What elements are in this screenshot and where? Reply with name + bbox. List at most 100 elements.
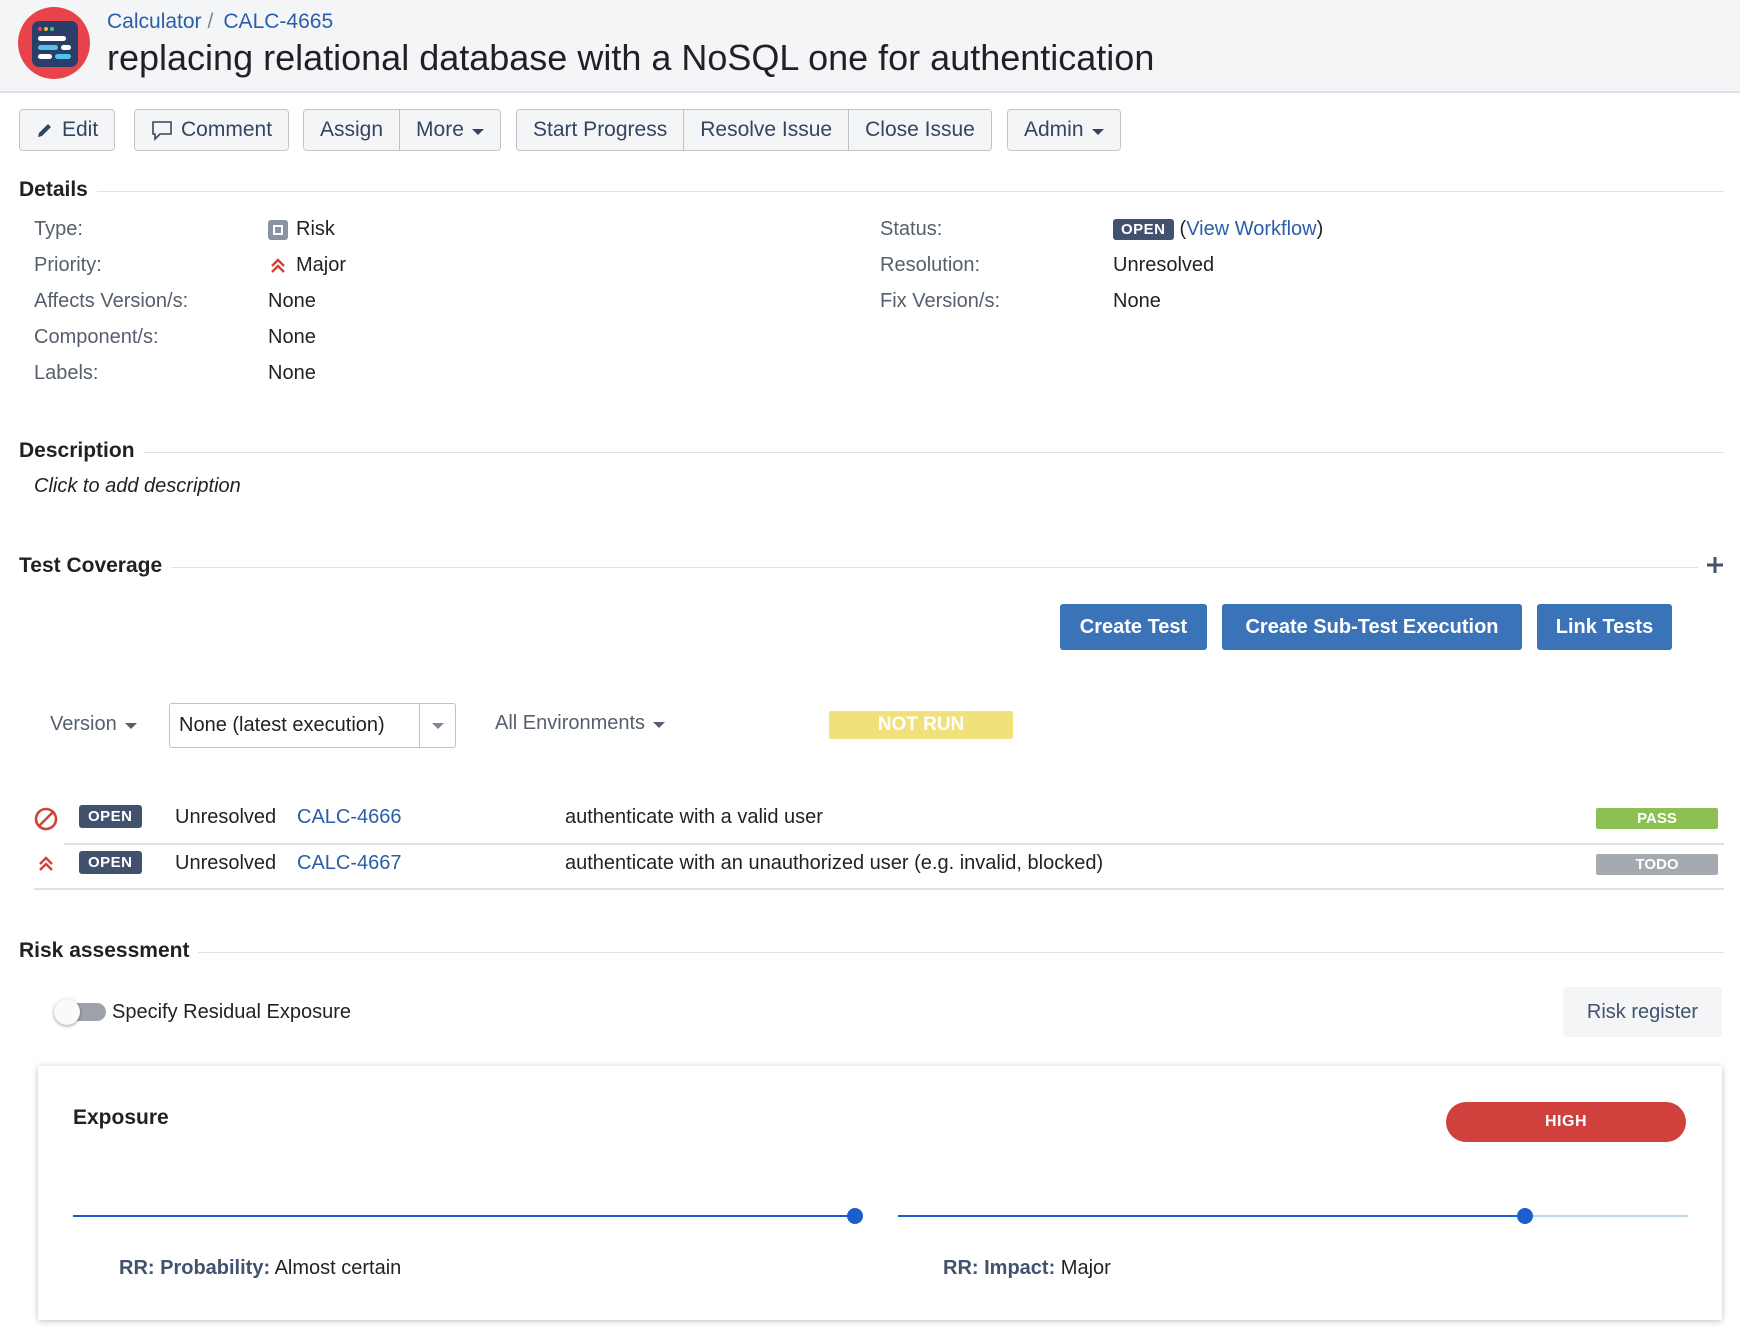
components-label: Component/s: bbox=[34, 326, 159, 348]
admin-button[interactable]: Admin bbox=[1008, 110, 1120, 150]
description-divider bbox=[143, 452, 1724, 453]
version-filter-label: Version bbox=[50, 713, 117, 735]
test-result-badge: TODO bbox=[1596, 854, 1718, 875]
test-coverage-divider bbox=[171, 567, 1698, 568]
project-avatar[interactable] bbox=[18, 7, 90, 79]
probability-readout: RR: Probability: Almost certain bbox=[119, 1257, 401, 1280]
edit-button-label: Edit bbox=[62, 118, 99, 141]
comment-icon bbox=[152, 121, 172, 141]
close-issue-button[interactable]: Close Issue bbox=[849, 110, 991, 150]
impact-slider-thumb[interactable] bbox=[1517, 1208, 1533, 1224]
probability-label: RR: Probability: bbox=[119, 1257, 271, 1279]
comment-button-label: Comment bbox=[181, 118, 273, 141]
calculator-logo-icon bbox=[32, 21, 78, 67]
comment-button[interactable]: Comment bbox=[135, 110, 289, 150]
create-sub-test-execution-button[interactable]: Create Sub-Test Execution bbox=[1222, 604, 1522, 650]
probability-slider-thumb[interactable] bbox=[847, 1208, 863, 1224]
test-summary: authenticate with an unauthorized user (… bbox=[565, 852, 1104, 874]
version-select[interactable]: None (latest execution) bbox=[169, 703, 456, 748]
impact-slider-track bbox=[898, 1215, 1525, 1217]
status-badge: OPEN bbox=[1113, 219, 1174, 240]
create-test-button[interactable]: Create Test bbox=[1060, 604, 1207, 650]
breadcrumb-issue-link[interactable]: CALC-4665 bbox=[223, 10, 333, 33]
plus-icon[interactable] bbox=[1706, 556, 1724, 574]
page-title[interactable]: replacing relational database with a NoS… bbox=[107, 37, 1154, 79]
version-select-toggle[interactable] bbox=[419, 704, 455, 747]
test-key-link[interactable]: CALC-4667 bbox=[297, 852, 402, 875]
overall-coverage-status: NOT RUN bbox=[829, 711, 1013, 739]
resolution-value: Unresolved bbox=[1113, 254, 1215, 276]
type-value: Risk bbox=[268, 218, 335, 241]
details-heading: Details bbox=[19, 178, 88, 201]
risk-issue-type-icon bbox=[268, 219, 288, 240]
version-filter-dropdown[interactable]: Version bbox=[50, 713, 137, 736]
pencil-icon bbox=[38, 124, 51, 137]
workflow-button-group: Start Progress Resolve Issue Close Issue bbox=[516, 109, 992, 151]
breadcrumb: Calculator / CALC-4665 bbox=[107, 10, 333, 34]
risk-register-button[interactable]: Risk register bbox=[1563, 987, 1722, 1037]
admin-button-label: Admin bbox=[1024, 118, 1084, 141]
environments-filter-dropdown[interactable]: All Environments bbox=[495, 712, 666, 735]
chevron-down-icon bbox=[471, 128, 484, 135]
issue-header: Calculator / CALC-4665 replacing relationa… bbox=[0, 0, 1740, 93]
chevron-down-icon bbox=[1091, 128, 1104, 135]
more-button[interactable]: More bbox=[400, 110, 500, 150]
fix-versions-label: Fix Version/s: bbox=[880, 290, 1001, 312]
risk-assessment-divider bbox=[198, 952, 1724, 953]
status-label: Status: bbox=[880, 218, 943, 240]
impact-label: RR: Impact: bbox=[943, 1257, 1056, 1279]
edit-button-group: Edit bbox=[19, 109, 116, 151]
impact-slider[interactable] bbox=[898, 1206, 1688, 1226]
impact-value: Major bbox=[1060, 1257, 1111, 1279]
resolution-label: Resolution: bbox=[880, 254, 981, 276]
description-heading: Description bbox=[19, 439, 135, 462]
view-workflow-close-paren: ) bbox=[1316, 218, 1324, 240]
test-status-badge: OPEN bbox=[79, 851, 142, 874]
chevron-down-icon bbox=[431, 722, 444, 729]
breadcrumb-project-link[interactable]: Calculator bbox=[107, 10, 202, 33]
impact-readout: RR: Impact: Major bbox=[943, 1257, 1111, 1280]
major-priority-icon bbox=[39, 856, 53, 871]
affects-versions-value[interactable]: None bbox=[268, 290, 316, 313]
row-divider bbox=[64, 843, 1724, 845]
toggle-thumb bbox=[54, 999, 80, 1025]
type-label: Type: bbox=[34, 218, 83, 240]
components-value[interactable]: None bbox=[268, 326, 316, 349]
probability-value: Almost certain bbox=[274, 1257, 402, 1279]
test-coverage-heading: Test Coverage bbox=[19, 554, 163, 577]
resolve-issue-button[interactable]: Resolve Issue bbox=[684, 110, 850, 150]
residual-exposure-toggle[interactable] bbox=[54, 999, 106, 1025]
labels-value[interactable]: None bbox=[268, 362, 316, 385]
test-resolution: Unresolved bbox=[175, 852, 277, 874]
version-select-value: None (latest execution) bbox=[179, 714, 385, 736]
assign-button[interactable]: Assign bbox=[304, 110, 401, 150]
residual-exposure-label: Specify Residual Exposure bbox=[112, 1001, 352, 1023]
risk-assessment-heading: Risk assessment bbox=[19, 939, 190, 962]
link-tests-button[interactable]: Link Tests bbox=[1537, 604, 1672, 650]
affects-versions-label: Affects Version/s: bbox=[34, 290, 189, 312]
admin-button-group: Admin bbox=[1007, 109, 1121, 151]
priority-value: Major bbox=[268, 254, 346, 277]
chevron-down-icon bbox=[124, 723, 137, 729]
view-workflow-open-paren: ( bbox=[1179, 218, 1187, 240]
exposure-level-badge: HIGH bbox=[1446, 1102, 1686, 1142]
row-divider bbox=[34, 888, 1724, 890]
view-workflow-link[interactable]: View Workflow bbox=[1186, 218, 1316, 241]
environments-filter-label: All Environments bbox=[495, 712, 646, 734]
edit-button[interactable]: Edit bbox=[20, 110, 115, 150]
details-divider bbox=[97, 191, 1724, 192]
fix-versions-value[interactable]: None bbox=[1113, 290, 1161, 313]
test-result-badge: PASS bbox=[1596, 808, 1718, 829]
start-progress-button[interactable]: Start Progress bbox=[517, 110, 685, 150]
exposure-card: Exposure HIGH RR: Probability: Almost ce… bbox=[38, 1066, 1722, 1320]
probability-slider[interactable] bbox=[73, 1206, 863, 1226]
chevron-down-icon bbox=[653, 722, 666, 728]
assign-more-button-group: Assign More bbox=[303, 109, 501, 151]
description-placeholder[interactable]: Click to add description bbox=[34, 475, 241, 498]
priority-value-text: Major bbox=[296, 254, 347, 276]
test-key-link[interactable]: CALC-4666 bbox=[297, 806, 402, 829]
test-status-badge: OPEN bbox=[79, 805, 142, 828]
probability-slider-track bbox=[73, 1215, 855, 1217]
more-button-label: More bbox=[416, 118, 464, 141]
status-value: OPEN (View Workflow) bbox=[1113, 218, 1323, 241]
